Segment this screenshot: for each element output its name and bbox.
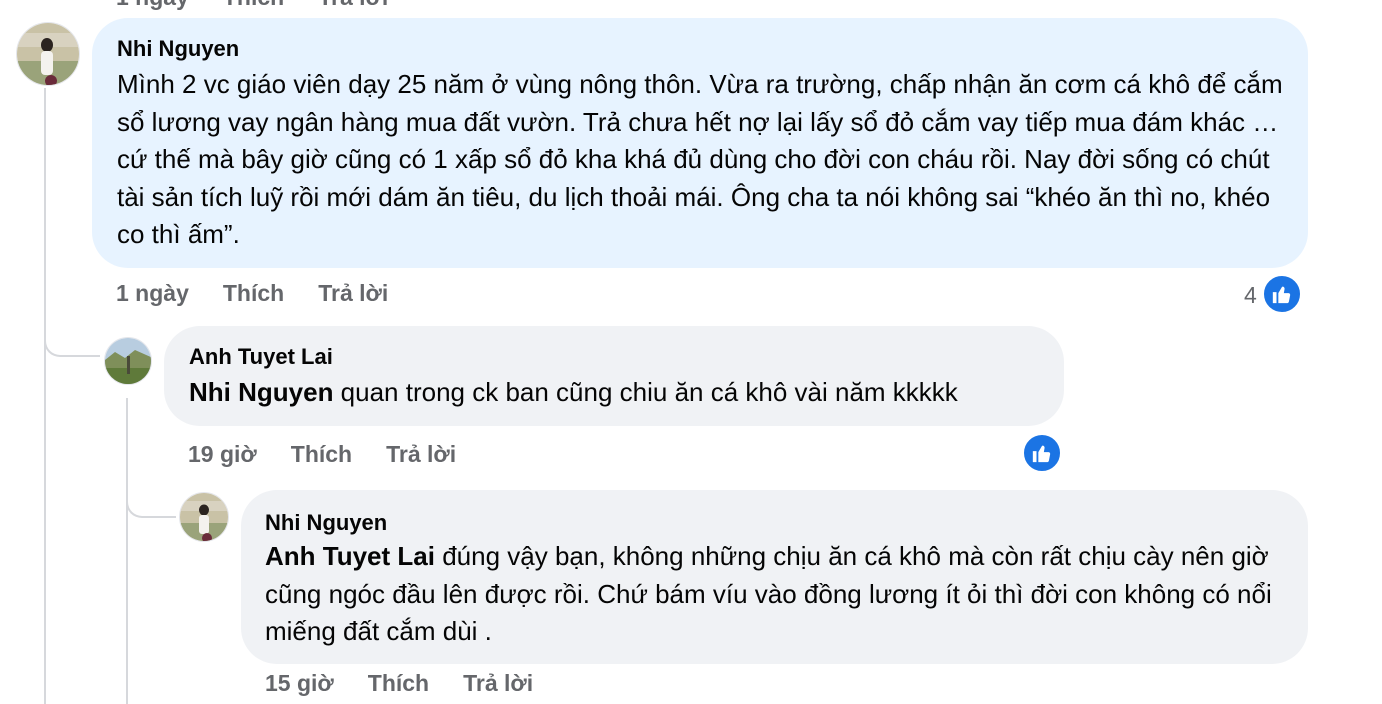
comment-time: 1 ngày: [116, 0, 189, 11]
comment-time: 1 ngày: [116, 280, 189, 306]
like-button[interactable]: Thích: [223, 0, 284, 11]
thread-line-main: [44, 88, 46, 704]
comment-text: Nhi Nguyen quan trong ck ban cũng chiu ă…: [189, 374, 1040, 412]
mention-link[interactable]: Anh Tuyet Lai: [265, 541, 435, 571]
reply-button[interactable]: Trả lời: [463, 670, 533, 697]
comment-actions: 1 ngày Thích Trả lời: [116, 280, 422, 307]
like-button[interactable]: Thích: [291, 441, 352, 468]
comment-author[interactable]: Nhi Nguyen: [265, 508, 1284, 538]
thumbs-up-icon[interactable]: [1022, 433, 1062, 473]
reply-button[interactable]: Trả lời: [386, 441, 456, 468]
comment-actions: 19 giờ Thích Trả lời: [188, 441, 490, 468]
thread-line-branch: [44, 335, 100, 357]
thread-line-sub-branch: [126, 498, 176, 518]
top-partial-actions: 1 ngày Thích Trả lời: [116, 0, 422, 11]
reaction-count[interactable]: 4: [1244, 282, 1257, 309]
reply-bubble: Anh Tuyet Lai Nhi Nguyen quan trong ck b…: [164, 326, 1064, 426]
comment-text: Mình 2 vc giáo viên dạy 25 năm ở vùng nô…: [117, 69, 1283, 249]
avatar[interactable]: [104, 337, 152, 385]
mention-link[interactable]: Nhi Nguyen: [189, 377, 333, 407]
avatar[interactable]: [179, 492, 229, 542]
reply-button[interactable]: Trả lời: [318, 280, 388, 307]
user-photo-icon: [180, 493, 228, 541]
comment-text: Anh Tuyet Lai đúng vậy bạn, không những …: [265, 538, 1284, 651]
comment-bubble: Nhi Nguyen Mình 2 vc giáo viên dạy 25 nă…: [92, 18, 1308, 268]
reply-bubble: Nhi Nguyen Anh Tuyet Lai đúng vậy bạn, k…: [241, 490, 1308, 664]
comment-actions: 15 giờ Thích Trả lời: [265, 670, 567, 697]
like-button[interactable]: Thích: [223, 280, 284, 307]
thumbs-up-icon[interactable]: [1262, 274, 1302, 314]
thread-line-sub: [126, 398, 128, 704]
reply-button[interactable]: Trả lời: [318, 0, 388, 11]
comment-time: 15 giờ: [265, 670, 334, 696]
user-photo-icon: [105, 338, 151, 384]
like-button[interactable]: Thích: [368, 670, 429, 697]
user-photo-icon: [17, 23, 79, 85]
comment-author[interactable]: Nhi Nguyen: [117, 34, 1284, 64]
comment-author[interactable]: Anh Tuyet Lai: [189, 342, 1040, 372]
comment-time: 19 giờ: [188, 441, 257, 467]
comment-body: quan trong ck ban cũng chiu ăn cá khô và…: [333, 377, 958, 407]
avatar[interactable]: [16, 22, 80, 86]
